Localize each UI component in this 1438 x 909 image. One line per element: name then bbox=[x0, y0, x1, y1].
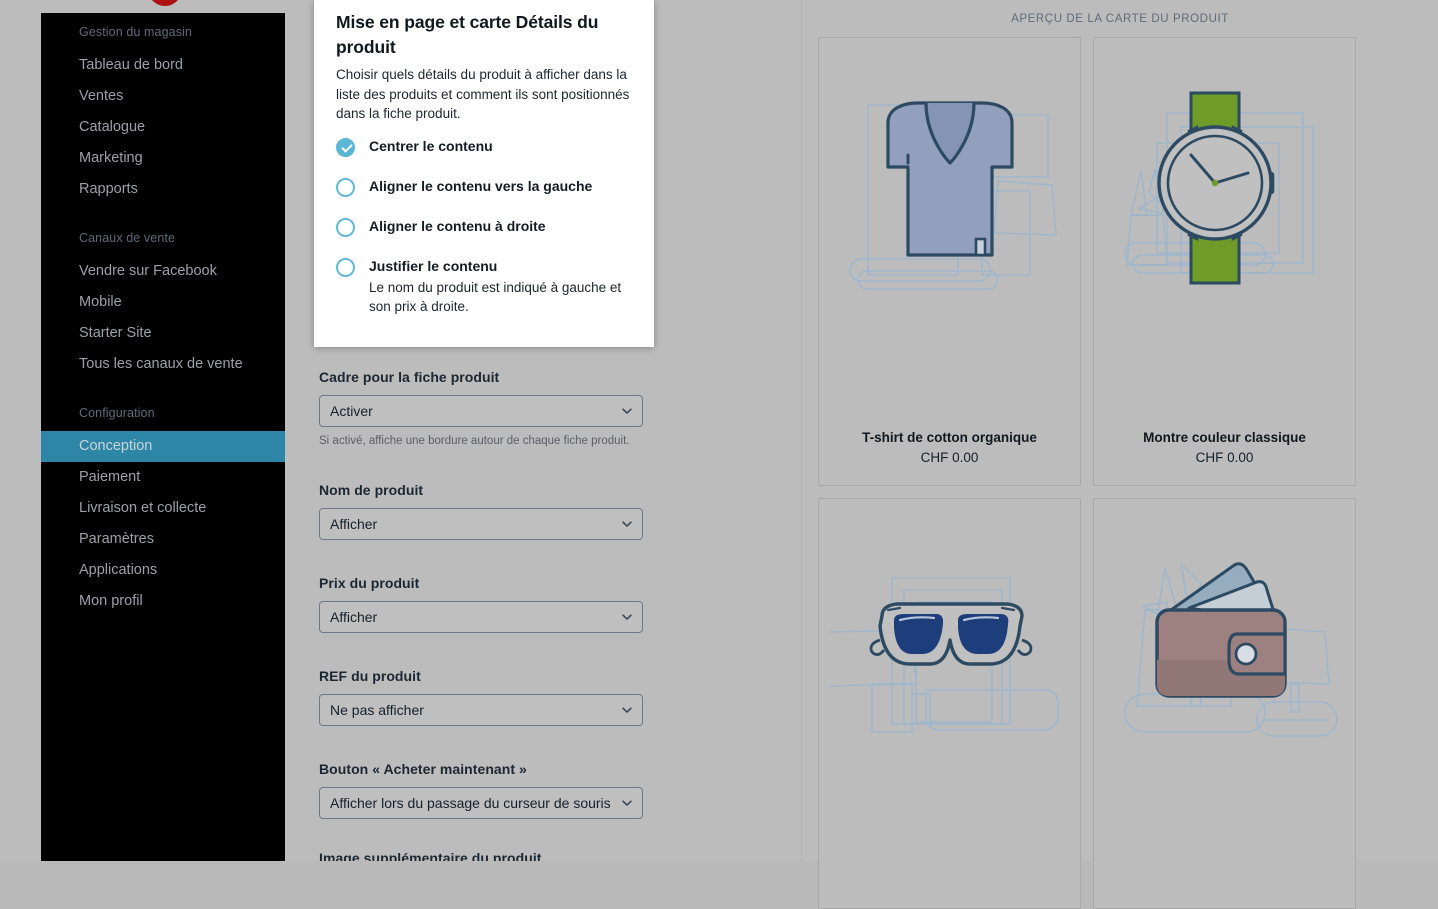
sidebar-item-starter-site[interactable]: Starter Site bbox=[41, 318, 285, 349]
product-price: CHF 0.00 bbox=[1195, 450, 1254, 465]
product-card-body: T-shirt de cotton organique CHF 0.00 bbox=[819, 418, 1080, 485]
sidebar-item-ventes[interactable]: Ventes bbox=[41, 81, 285, 112]
chevron-down-icon bbox=[622, 614, 632, 620]
radio-option-label: Centrer le contenu bbox=[369, 137, 493, 154]
radio-option-left[interactable]: Aligner le contenu vers la gauche bbox=[336, 177, 632, 197]
popover-title: Mise en page et carte Détails du produit bbox=[336, 12, 599, 57]
product-card[interactable] bbox=[818, 498, 1081, 909]
select-cadre-fiche-produit[interactable]: Activer bbox=[319, 395, 643, 427]
sidebar: Gestion du magasin Tableau de bord Ventes C… bbox=[41, 13, 285, 861]
sidebar-item-param-tres[interactable]: Paramètres bbox=[41, 524, 285, 555]
sidebar-item-rapports[interactable]: Rapports bbox=[41, 174, 285, 205]
brand-logo-icon bbox=[148, 0, 182, 6]
sidebar-item-catalogue[interactable]: Catalogue bbox=[41, 112, 285, 143]
product-image bbox=[1094, 38, 1355, 418]
chevron-down-icon bbox=[622, 800, 632, 806]
field-label: Bouton « Acheter maintenant » bbox=[319, 761, 527, 777]
field-label: Prix du produit bbox=[319, 575, 420, 591]
radio-option-sublabel: Le nom du produit est indiqué à gauche e… bbox=[369, 279, 622, 315]
select-value: Afficher bbox=[330, 516, 378, 532]
sidebar-item-conception[interactable]: Conception bbox=[41, 431, 285, 462]
select-bouton-acheter-maintenant[interactable]: Afficher lors du passage du curseur de s… bbox=[319, 787, 643, 819]
sidebar-item-marketing[interactable]: Marketing bbox=[41, 143, 285, 174]
sidebar-item-paiement[interactable]: Paiement bbox=[41, 462, 285, 493]
select-nom-de-produit[interactable]: Afficher bbox=[319, 508, 643, 540]
chevron-down-icon bbox=[622, 408, 632, 414]
select-value: Afficher lors du passage du curseur de s… bbox=[330, 795, 611, 811]
sidebar-item-tableau-de-bord[interactable]: Tableau de bord bbox=[41, 50, 285, 81]
sunglasses-icon bbox=[829, 577, 1059, 733]
product-card-body bbox=[819, 879, 1080, 908]
product-cards-grid: T-shirt de cotton organique CHF 0.00 Mon… bbox=[818, 37, 1423, 909]
watch-icon bbox=[1123, 91, 1314, 285]
field-label-image-supplementaire: Image supplémentaire du produit bbox=[319, 850, 542, 861]
select-ref-du-produit[interactable]: Ne pas afficher bbox=[319, 694, 643, 726]
preview-heading: APERÇU DE LA CARTE DU PRODUIT bbox=[1011, 13, 1229, 25]
field-label: Nom de produit bbox=[319, 482, 424, 498]
radio-checked-icon bbox=[336, 137, 355, 157]
radio-option-label: Justifier le contenu bbox=[369, 257, 498, 274]
radio-option-label: Aligner le contenu à droite bbox=[369, 217, 546, 234]
sidebar-item-mon-profil[interactable]: Mon profil bbox=[41, 586, 285, 617]
nav-section-label: Configuration bbox=[79, 406, 155, 420]
radio-option-center[interactable]: Centrer le contenu bbox=[336, 137, 632, 157]
sidebar-item-vendre-sur-facebook[interactable]: Vendre sur Facebook bbox=[41, 256, 285, 287]
select-value: Ne pas afficher bbox=[330, 702, 424, 718]
product-image bbox=[1094, 499, 1355, 879]
radio-unchecked-icon bbox=[336, 177, 355, 197]
app-root: Gestion du magasin Tableau de bord Ventes C… bbox=[0, 0, 1438, 909]
radio-unchecked-icon bbox=[336, 257, 355, 277]
select-prix-du-produit[interactable]: Afficher bbox=[319, 601, 643, 633]
tshirt-icon bbox=[848, 101, 1057, 290]
chevron-down-icon bbox=[622, 521, 632, 527]
wallet-icon bbox=[1123, 561, 1338, 737]
radio-option-justify[interactable]: Justifier le contenu Le nom du produit e… bbox=[336, 257, 632, 317]
nav-section-label: Gestion du magasin bbox=[79, 25, 192, 39]
sidebar-item-livraison-et-collecte[interactable]: Livraison et collecte bbox=[41, 493, 285, 524]
field-label: REF du produit bbox=[319, 668, 421, 684]
field-label: Cadre pour la fiche produit bbox=[319, 369, 500, 385]
product-price: CHF 0.00 bbox=[920, 450, 979, 465]
product-details-layout-popover: Mise en page et carte Détails du produit… bbox=[314, 0, 654, 347]
product-image bbox=[819, 499, 1080, 879]
popover-description: Choisir quels détails du produit à affic… bbox=[336, 67, 630, 121]
chevron-down-icon bbox=[622, 707, 632, 713]
sidebar-item-applications[interactable]: Applications bbox=[41, 555, 285, 586]
nav-section-label: Canaux de vente bbox=[79, 231, 176, 245]
sidebar-item-tous-les-canaux-de-vente[interactable]: Tous les canaux de vente bbox=[41, 349, 285, 380]
product-card[interactable] bbox=[1093, 498, 1356, 909]
product-image bbox=[819, 38, 1080, 418]
select-value: Activer bbox=[330, 403, 373, 419]
product-card[interactable]: T-shirt de cotton organique CHF 0.00 bbox=[818, 37, 1081, 486]
product-card-preview-panel: APERÇU DE LA CARTE DU PRODUIT T-shirt de… bbox=[801, 0, 1438, 909]
field-help-text: Si activé, affiche une bordure autour de… bbox=[319, 435, 630, 447]
product-card[interactable]: Montre couleur classique CHF 0.00 bbox=[1093, 37, 1356, 486]
product-card-body: Montre couleur classique CHF 0.00 bbox=[1094, 418, 1355, 485]
radio-option-label: Aligner le contenu vers la gauche bbox=[369, 177, 593, 194]
sidebar-item-mobile[interactable]: Mobile bbox=[41, 287, 285, 318]
radio-option-right[interactable]: Aligner le contenu à droite bbox=[336, 217, 632, 237]
product-name: Montre couleur classique bbox=[1143, 430, 1306, 445]
product-name: T-shirt de cotton organique bbox=[862, 430, 1037, 445]
product-card-body bbox=[1094, 879, 1355, 908]
radio-unchecked-icon bbox=[336, 217, 355, 237]
select-value: Afficher bbox=[330, 609, 378, 625]
